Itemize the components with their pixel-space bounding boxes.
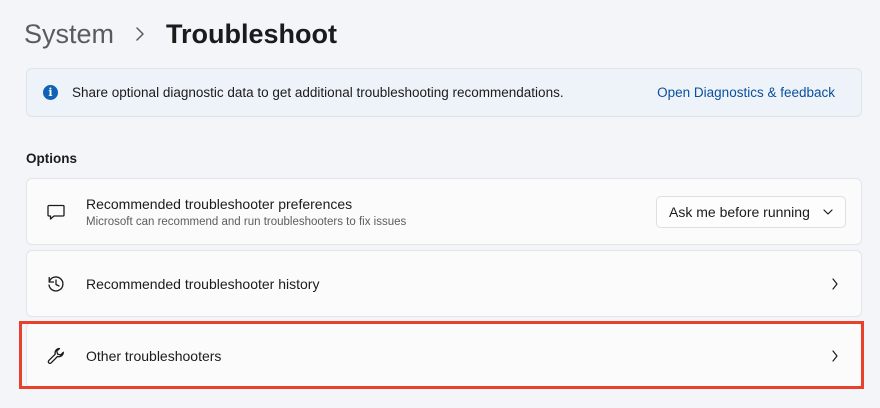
info-bar-text: Share optional diagnostic data to get ad… xyxy=(72,85,564,100)
info-icon: i xyxy=(43,85,58,100)
card-title: Recommended troubleshooter preferences xyxy=(86,195,353,212)
card-title: Other troubleshooters xyxy=(86,347,222,364)
dropdown-value: Ask me before running xyxy=(669,203,810,220)
card-subtitle: Microsoft can recommend and run troubles… xyxy=(86,215,407,228)
breadcrumb: System Troubleshoot xyxy=(24,14,337,54)
other-troubleshooters-card[interactable]: Other troubleshooters xyxy=(26,322,862,389)
diagnostic-info-bar: i Share optional diagnostic data to get … xyxy=(26,68,862,117)
chevron-right-icon xyxy=(825,274,845,294)
breadcrumb-system[interactable]: System xyxy=(24,19,114,50)
card-title: Recommended troubleshooter history xyxy=(86,275,320,292)
chat-bubble-icon xyxy=(45,201,67,223)
wrench-icon xyxy=(45,345,67,367)
chevron-right-icon xyxy=(128,22,152,46)
recommended-history-card[interactable]: Recommended troubleshooter history xyxy=(26,250,862,317)
troubleshooter-preference-dropdown[interactable]: Ask me before running xyxy=(656,195,846,228)
page-title: Troubleshoot xyxy=(166,18,338,49)
history-icon xyxy=(45,273,67,295)
options-heading: Options xyxy=(26,151,77,166)
chevron-down-icon xyxy=(823,208,833,215)
recommended-preferences-card: Recommended troubleshooter preferences M… xyxy=(26,178,862,245)
open-diagnostics-link[interactable]: Open Diagnostics & feedback xyxy=(657,85,835,100)
chevron-right-icon xyxy=(825,346,845,366)
